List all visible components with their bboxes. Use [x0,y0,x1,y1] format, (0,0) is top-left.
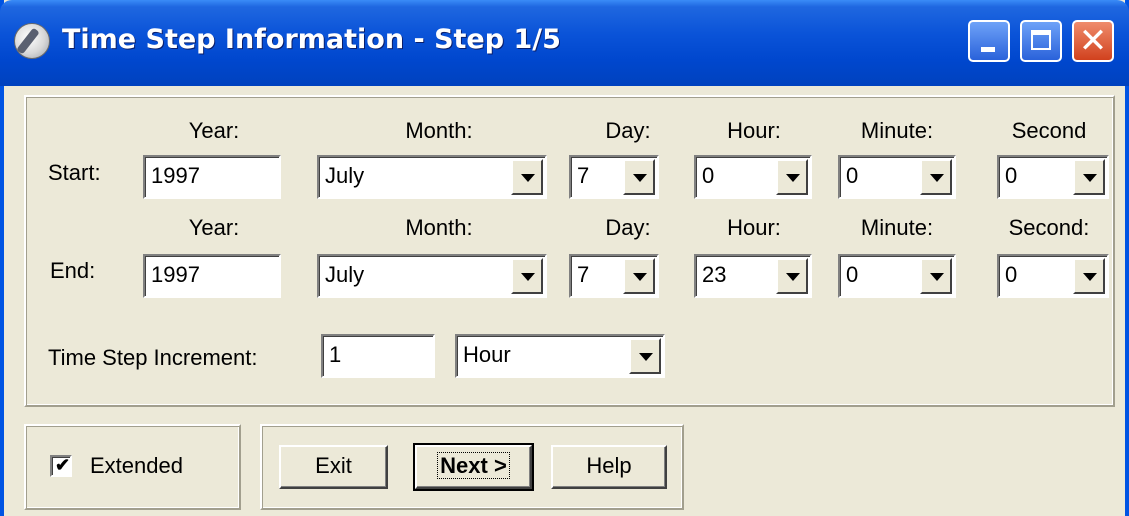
start-hour-header: Hour: [727,118,781,143]
chevron-down-icon[interactable] [920,159,952,195]
start-hour-value: 0 [702,163,715,188]
chevron-down-icon[interactable] [511,258,543,294]
start-minute-header: Minute: [860,118,934,143]
window-title: Time Step Information - Step 1/5 [62,24,561,55]
extended-label[interactable]: Extended [90,453,183,479]
start-hour-select[interactable]: 0 [694,155,812,199]
start-day-select[interactable]: 7 [569,155,659,199]
end-minute-header: Minute: [860,215,934,240]
maximize-button[interactable] [1020,20,1062,62]
help-button[interactable]: Help [551,445,667,489]
end-month-value: July [325,262,365,287]
start-second-value: 0 [1005,163,1018,188]
extended-checkbox[interactable]: ✔ [50,455,72,477]
app-icon [14,23,50,59]
minimize-button[interactable] [968,20,1010,62]
end-second-header: Second: [1008,215,1090,240]
start-second-header: Second [1011,118,1087,143]
increment-value-field[interactable]: 1 [321,334,435,378]
end-month-header: Month: [405,215,473,240]
start-label: Start: [48,160,101,185]
next-button[interactable]: Next > [413,443,534,491]
chevron-down-icon[interactable] [1073,258,1105,294]
time-step-window: Time Step Information - Step 1/5 ✕ Year:… [0,0,1129,516]
start-day-header: Day: [605,118,651,143]
end-day-header: Day: [605,215,651,240]
chevron-down-icon[interactable] [1073,159,1105,195]
start-month-header: Month: [405,118,473,143]
end-second-value: 0 [1005,262,1018,287]
end-minute-select[interactable]: 0 [838,254,956,298]
end-second-select[interactable]: 0 [997,254,1109,298]
end-label: End: [50,258,96,283]
increment-label: Time Step Increment: [48,345,258,370]
start-month-select[interactable]: July [317,155,547,199]
increment-unit-value: Hour [463,342,511,367]
end-month-select[interactable]: July [317,254,547,298]
start-minute-select[interactable]: 0 [838,155,956,199]
start-year-field[interactable]: 1997 [143,155,281,199]
title-bar[interactable]: Time Step Information - Step 1/5 ✕ [0,0,1129,86]
start-day-value: 7 [577,163,590,188]
minimize-icon [981,47,995,52]
close-button[interactable]: ✕ [1072,20,1114,62]
exit-button[interactable]: Exit [279,445,388,489]
end-year-field[interactable]: 1997 [143,254,281,298]
maximize-icon [1031,30,1051,50]
chevron-down-icon[interactable] [623,258,655,294]
chevron-down-icon[interactable] [511,159,543,195]
end-day-value: 7 [577,262,590,287]
chevron-down-icon[interactable] [629,338,661,374]
checkmark-icon: ✔ [55,455,71,475]
chevron-down-icon[interactable] [920,258,952,294]
end-minute-value: 0 [846,262,859,287]
close-icon: ✕ [1078,21,1108,61]
end-year-header: Year: [188,215,240,240]
end-hour-select[interactable]: 23 [694,254,812,298]
start-month-value: July [325,163,365,188]
start-minute-value: 0 [846,163,859,188]
start-second-select[interactable]: 0 [997,155,1109,199]
chevron-down-icon[interactable] [776,258,808,294]
start-year-header: Year: [188,118,240,143]
increment-unit-select[interactable]: Hour [455,334,665,378]
chevron-down-icon[interactable] [776,159,808,195]
end-day-select[interactable]: 7 [569,254,659,298]
end-hour-value: 23 [702,262,727,287]
chevron-down-icon[interactable] [623,159,655,195]
next-button-label: Next > [437,452,510,479]
end-hour-header: Hour: [727,215,781,240]
